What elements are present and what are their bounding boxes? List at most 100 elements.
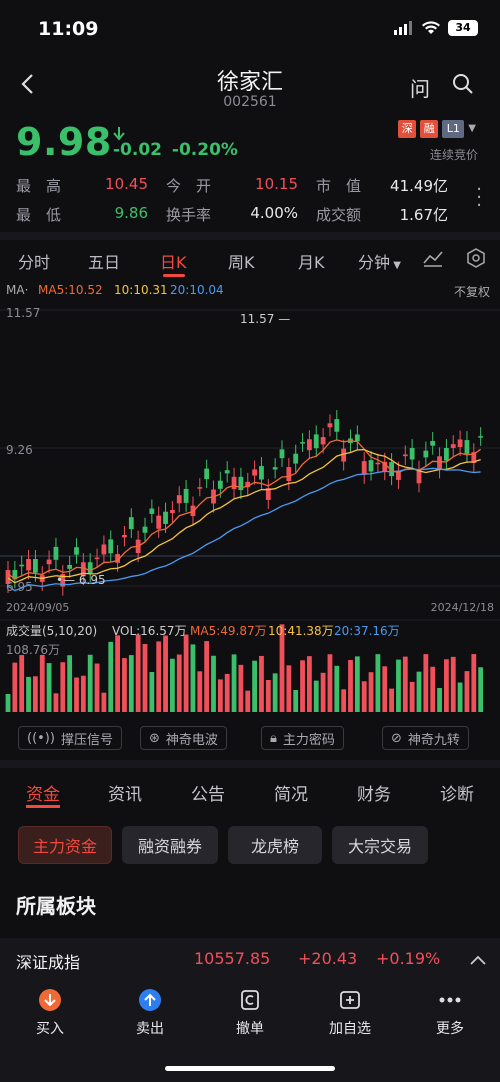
tab-announcements[interactable]: 公告 bbox=[191, 780, 225, 805]
sell-icon bbox=[138, 988, 162, 1012]
stat-value-mktcap: 41.49亿 bbox=[390, 177, 448, 195]
volume-bar bbox=[19, 655, 25, 712]
tab-monthly-k[interactable]: 月K bbox=[298, 249, 325, 273]
section-divider-2 bbox=[0, 760, 500, 768]
ma5-value: MA5:10.52 bbox=[38, 283, 103, 297]
nav-more-label: 更多 bbox=[436, 1021, 464, 1037]
volume-bar bbox=[259, 655, 264, 712]
drawing-tool-icon[interactable] bbox=[422, 248, 444, 272]
trading-session: 连续竞价 bbox=[429, 148, 478, 162]
chevron-up-icon[interactable] bbox=[470, 950, 486, 969]
volume-bar bbox=[217, 679, 223, 712]
candle-body bbox=[402, 454, 408, 457]
shenzhen-tag: 深 bbox=[398, 120, 417, 138]
tab-intraday[interactable]: 分时 bbox=[18, 249, 50, 273]
stat-label-mktcap: 市 值 bbox=[316, 177, 362, 195]
chip-margin-trading[interactable]: 融资融券 bbox=[122, 826, 218, 864]
volume-bar bbox=[409, 681, 415, 712]
volume-bar bbox=[478, 667, 484, 712]
settings-icon[interactable] bbox=[466, 248, 486, 272]
candle-body bbox=[231, 476, 237, 490]
candle-body bbox=[409, 448, 415, 460]
tab-weekly-k[interactable]: 周K bbox=[228, 249, 255, 273]
adjust-mode[interactable]: 不复权 bbox=[454, 283, 490, 300]
tab-financials[interactable]: 财务 bbox=[357, 780, 391, 805]
volume-bar bbox=[26, 676, 31, 712]
volume-bar bbox=[444, 659, 449, 712]
y-axis-bottom: 6.95 bbox=[6, 580, 33, 594]
candle-body bbox=[217, 480, 223, 489]
tab-news[interactable]: 资讯 bbox=[108, 780, 142, 805]
more-stats-icon[interactable]: · · · bbox=[476, 181, 482, 215]
chip-block-trade[interactable]: 大宗交易 bbox=[332, 826, 428, 864]
current-price: 9.98 bbox=[16, 120, 112, 164]
tab-funds[interactable]: 资金 bbox=[26, 780, 60, 805]
search-icon[interactable] bbox=[452, 73, 474, 100]
stat-label-high: 最 高 bbox=[16, 177, 62, 195]
candle-body bbox=[176, 495, 182, 504]
candle-body bbox=[307, 439, 312, 451]
volume-ma20: 20:37.16万 bbox=[334, 624, 400, 638]
nav-buy[interactable]: 买入 bbox=[15, 988, 85, 1038]
tab-daily-k[interactable]: 日K bbox=[160, 249, 187, 273]
caret-down-icon[interactable]: ▼ bbox=[468, 120, 476, 138]
tab-five-day[interactable]: 五日 bbox=[88, 249, 120, 273]
main-force-code-label: 主力密码 bbox=[282, 732, 335, 748]
chip-main-funds[interactable]: 主力资金 bbox=[18, 826, 112, 864]
volume-bar bbox=[272, 673, 278, 712]
date-end: 2024/12/18 bbox=[430, 601, 494, 614]
active-tab-indicator bbox=[163, 274, 185, 277]
ask-button[interactable]: 问 bbox=[410, 73, 430, 102]
nav-cancel-order-label: 撤单 bbox=[236, 1021, 264, 1037]
level-tag[interactable]: L1 bbox=[442, 120, 465, 138]
kline-chart[interactable] bbox=[0, 300, 500, 720]
volume-bar bbox=[204, 641, 210, 712]
tab-minute[interactable]: 分钟 ▼ bbox=[358, 249, 401, 273]
candle-body bbox=[293, 453, 299, 464]
nav-cancel-order[interactable]: 撤单 bbox=[215, 988, 285, 1038]
volume-bar bbox=[87, 654, 93, 712]
price-change: -0.02 -0.20% bbox=[113, 140, 238, 160]
volume-bar bbox=[252, 660, 257, 712]
low-marker: •— 6.95 bbox=[56, 573, 106, 587]
volume-value: VOL:16.57万 bbox=[112, 624, 187, 638]
candle-body bbox=[252, 469, 257, 476]
volume-bar bbox=[327, 654, 333, 712]
candle-body bbox=[149, 508, 155, 514]
support-resistance-button[interactable]: ((•)) 撑压信号 bbox=[18, 726, 122, 750]
volume-bar bbox=[163, 635, 168, 712]
magic-nine-button[interactable]: ⊘ 神奇九转 bbox=[382, 726, 469, 750]
stat-value-amount: 1.67亿 bbox=[399, 206, 448, 224]
volume-bar bbox=[320, 672, 326, 712]
volume-bar bbox=[135, 634, 141, 712]
nav-sell[interactable]: 卖出 bbox=[115, 988, 185, 1038]
candle-body bbox=[279, 449, 285, 459]
candle-body bbox=[108, 539, 114, 554]
index-pct: +0.19% bbox=[376, 949, 441, 968]
volume-bar bbox=[224, 673, 230, 712]
volume-bar bbox=[464, 671, 470, 712]
more-icon bbox=[438, 988, 462, 1012]
volume-title: 成交量(5,10,20) bbox=[6, 624, 98, 638]
sector-section-title: 所属板块 bbox=[16, 894, 96, 918]
volume-bar bbox=[396, 659, 401, 712]
ma20-value: 20:10.04 bbox=[170, 283, 224, 297]
candle-body bbox=[464, 440, 470, 454]
margin-tag: 融 bbox=[420, 120, 439, 138]
volume-bar bbox=[437, 687, 442, 712]
volume-bar bbox=[67, 655, 73, 712]
tab-diagnosis[interactable]: 诊断 bbox=[440, 780, 474, 805]
tab-profile[interactable]: 简况 bbox=[274, 780, 308, 805]
caret-down-icon: ▼ bbox=[390, 260, 401, 271]
stat-label-open: 今 开 bbox=[166, 177, 212, 195]
main-force-code-button[interactable]: 🔒︎ 主力密码 bbox=[261, 726, 344, 750]
y-axis-top: 11.57 bbox=[6, 306, 41, 320]
nav-add-watchlist[interactable]: 加自选 bbox=[315, 988, 385, 1038]
volume-bar bbox=[457, 682, 463, 712]
volume-bar bbox=[39, 654, 45, 712]
candle-body bbox=[33, 559, 38, 573]
magic-wave-button[interactable]: ⊛ 神奇电波 bbox=[140, 726, 227, 750]
nav-more[interactable]: 更多 bbox=[415, 988, 485, 1038]
chip-dragon-tiger[interactable]: 龙虎榜 bbox=[228, 826, 322, 864]
high-marker: 11.57 — bbox=[240, 312, 291, 326]
